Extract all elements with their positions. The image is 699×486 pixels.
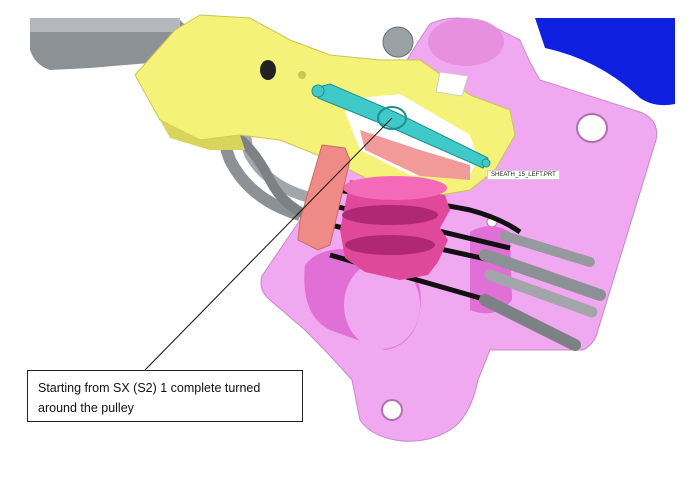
housing-hole-bottom xyxy=(381,399,403,421)
pulley-groove-2 xyxy=(345,235,435,255)
gray-mount-top xyxy=(30,18,180,32)
bracket-small-hole xyxy=(298,71,306,79)
sheath-end-top xyxy=(311,84,325,98)
cad-viewport[interactable]: SHEATH_15_LEFT.PRT Starting from SX (S2)… xyxy=(0,0,699,486)
part-label-tag: SHEATH_15_LEFT.PRT xyxy=(487,170,560,180)
housing-hole-right xyxy=(576,113,608,143)
white-block xyxy=(435,71,469,97)
housing-top-boss xyxy=(428,18,504,66)
pulley-groove-1 xyxy=(342,205,438,225)
screw-head xyxy=(382,26,414,58)
bracket-hole xyxy=(260,60,276,80)
annotation-callout: Starting from SX (S2) 1 complete turned … xyxy=(27,370,303,422)
pulley-top xyxy=(343,176,447,200)
sheath-end-right xyxy=(481,158,491,168)
